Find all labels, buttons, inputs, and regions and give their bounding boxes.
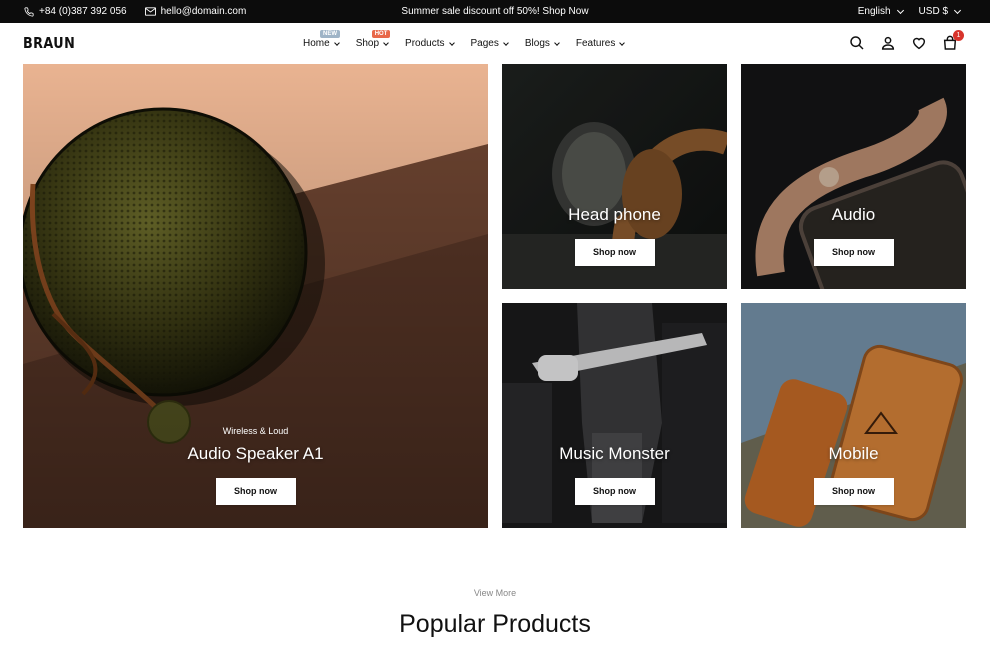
chevron-down-icon [448,39,455,46]
language-label: English [857,6,891,17]
phone-contact[interactable]: +84 (0)387 392 056 [24,6,127,17]
account-button[interactable] [880,35,896,51]
nav-item-pages[interactable]: Pages [470,38,509,49]
shop-now-button[interactable]: Shop now [574,478,655,505]
shop-now-button[interactable]: Shop now [215,478,296,505]
banner-title: Music Monster [559,444,670,463]
search-icon [850,36,864,50]
wishlist-button[interactable] [911,35,927,51]
view-more-link[interactable]: View More [0,588,990,598]
new-badge: NEW [320,30,340,38]
shop-now-button[interactable]: Shop now [574,239,655,266]
email-contact[interactable]: hello@domain.com [144,6,247,17]
contact-info: +84 (0)387 392 056 hello@domain.com [24,0,246,23]
mail-icon [144,7,156,16]
nav-label: Pages [470,38,499,49]
chevron-down-icon [383,39,389,46]
nav-item-products[interactable]: Products [405,38,455,49]
nav-label: Shop [355,38,380,49]
phone-icon [24,6,34,17]
shop-now-button[interactable]: Shop now [813,478,894,505]
phone-number: +84 (0)387 392 056 [39,6,127,17]
banner-title: Head phone [568,205,661,224]
banner-head-phone[interactable]: Head phone Shop now [502,64,727,289]
nav-label: Features [575,38,616,49]
chevron-down-icon [554,39,560,46]
cart-count-badge: 1 [953,30,964,41]
banner-title: Audio [831,205,876,224]
chevron-down-icon [333,39,340,46]
banner-title: Audio Speaker A1 [187,444,324,463]
chevron-down-icon [953,6,962,14]
banner-title: Mobile [828,444,879,463]
chevron-down-icon [619,39,626,46]
promo-link[interactable]: Summer sale discount off 50%! Shop Now [401,6,588,17]
cart-button[interactable]: 1 [942,30,964,51]
brand-logo[interactable]: BRAUN [23,34,75,52]
currency-select[interactable]: USD $ [918,6,962,17]
search-button[interactable] [849,35,865,51]
nav-item-shop[interactable]: Shop HOT [355,30,391,49]
nav-label: Blogs [524,38,550,49]
top-bar: +84 (0)387 392 056 hello@domain.com Summ… [0,0,990,23]
chevron-down-icon [896,6,904,14]
banner-music-monster[interactable]: Music Monster Shop now [502,303,727,528]
section-title: Popular Products [399,610,591,638]
nav-label: Home [303,38,330,49]
hot-badge: HOT [371,30,391,38]
banner-subtitle: Wireless & Loud [222,426,289,436]
nav-item-home[interactable]: Home NEW [303,30,340,49]
email-address: hello@domain.com [160,6,247,17]
heart-icon [912,37,926,50]
header-actions: 1 [849,30,964,51]
language-select[interactable]: English [857,6,904,17]
shop-now-button[interactable]: Shop now [813,239,894,266]
main-nav: Home NEW Shop HOT Products Pages Blogs F… [303,30,626,49]
banner-audio[interactable]: Audio Shop now [741,64,966,289]
site-header: BRAUN Home NEW Shop HOT Products Pages B… [0,23,990,64]
currency-label: USD $ [918,6,948,17]
chevron-down-icon [503,39,509,46]
user-icon [881,36,895,50]
banner-mobile[interactable]: Mobile Shop now [741,303,966,528]
nav-item-blogs[interactable]: Blogs [524,38,560,49]
nav-label: Products [405,38,445,49]
banner-audio-speaker[interactable]: Wireless & Loud Audio Speaker A1 Shop no… [23,64,488,528]
nav-item-features[interactable]: Features [575,38,626,49]
locale-selectors: English USD $ [857,0,962,23]
